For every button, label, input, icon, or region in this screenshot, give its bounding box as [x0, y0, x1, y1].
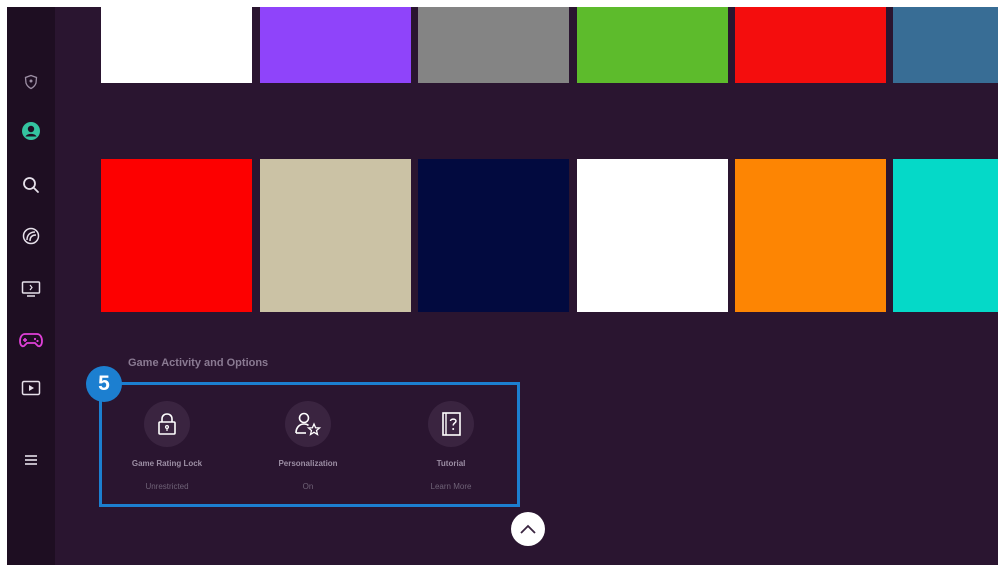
game-tile[interactable] — [735, 7, 886, 83]
help-book-icon — [442, 412, 461, 436]
chevron-up-icon — [520, 524, 536, 534]
sidebar-item-privacy[interactable] — [17, 68, 45, 96]
game-tile[interactable] — [893, 7, 998, 83]
section-title: Game Activity and Options — [128, 357, 269, 369]
menu-icon — [25, 455, 37, 465]
game-tile[interactable] — [893, 159, 998, 312]
game-tile[interactable] — [260, 7, 411, 83]
option-icon-circle — [144, 401, 190, 447]
game-tile[interactable] — [101, 7, 252, 83]
game-tile[interactable] — [577, 7, 728, 83]
game-tile[interactable] — [577, 159, 728, 312]
option-label: Personalization — [278, 459, 338, 468]
game-tile[interactable] — [101, 159, 252, 312]
sidebar-item-source[interactable] — [17, 275, 45, 303]
ambient-icon — [22, 227, 40, 245]
gamepad-icon — [19, 333, 43, 348]
game-tile[interactable] — [418, 159, 569, 312]
sidebar-item-gaming-hub[interactable] — [17, 326, 45, 354]
sidebar — [7, 7, 55, 565]
game-tile[interactable] — [735, 159, 886, 312]
option-label: Tutorial — [436, 459, 466, 468]
sidebar-item-profile[interactable] — [17, 117, 45, 145]
option-personalization[interactable]: Personalization On — [253, 401, 363, 491]
tv-screen-icon — [21, 281, 41, 297]
option-icon-circle — [285, 401, 331, 447]
sidebar-item-ambient[interactable] — [17, 222, 45, 250]
lock-icon — [158, 413, 176, 435]
option-label: Game Rating Lock — [131, 459, 203, 468]
game-tile[interactable] — [260, 159, 411, 312]
person-star-icon — [295, 412, 322, 436]
sidebar-item-search[interactable] — [17, 171, 45, 199]
option-value: Learn More — [430, 482, 472, 491]
sidebar-item-menu[interactable] — [17, 446, 45, 474]
option-tutorial[interactable]: Tutorial Learn More — [396, 401, 506, 491]
media-play-icon — [21, 380, 41, 396]
callout-badge: 5 — [86, 366, 122, 402]
option-value: On — [302, 482, 314, 491]
tv-screen: Game Activity and Options 5 Game Rating … — [7, 7, 998, 565]
shield-icon — [24, 74, 38, 90]
option-icon-circle — [428, 401, 474, 447]
search-icon — [23, 177, 39, 193]
scroll-up-button[interactable] — [511, 512, 545, 546]
option-value: Unrestricted — [145, 482, 189, 491]
option-game-rating-lock[interactable]: Game Rating Lock Unrestricted — [112, 401, 222, 491]
profile-icon — [22, 122, 40, 140]
game-tile[interactable] — [418, 7, 569, 83]
sidebar-item-media[interactable] — [17, 374, 45, 402]
